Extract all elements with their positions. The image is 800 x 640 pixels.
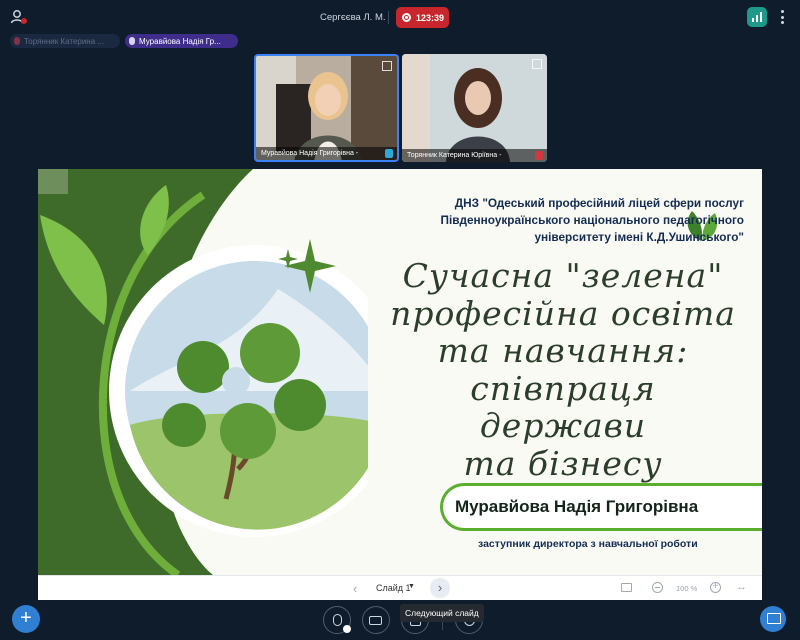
- slide-eco-illustration: [38, 169, 368, 575]
- slide-navigation-bar: ‹ Слайд 1 ▼ › 100 % + ↔: [38, 575, 762, 600]
- signal-bar: [760, 12, 762, 22]
- title-line: професійна освіта: [390, 293, 736, 333]
- fit-width-icon[interactable]: ↔: [736, 581, 747, 593]
- title-line: та навчання:: [437, 331, 689, 371]
- mic-active-icon: [385, 149, 393, 158]
- speaker-name: Муравйова Надія Григорівна: [440, 483, 762, 531]
- mic-muted-icon: [535, 151, 543, 160]
- expand-icon[interactable]: [532, 59, 542, 69]
- recording-indicator[interactable]: 123:39: [396, 7, 449, 28]
- participants-icon[interactable]: [10, 8, 28, 26]
- slide-title: Сучасна "зелена" професійна освіта та на…: [383, 257, 743, 483]
- chevron-down-icon[interactable]: ▼: [408, 583, 415, 590]
- video-tile-label: Торянник Катерина Юріївна -: [402, 149, 547, 162]
- org-line: ДНЗ "Одеський професійний ліцей сфери по…: [454, 196, 744, 210]
- video-tile-label: Муравйова Надія Григорівна -: [256, 147, 397, 160]
- zoom-out-icon[interactable]: [652, 582, 663, 593]
- organization-name: ДНЗ "Одеський професійний ліцей сфери по…: [354, 195, 744, 246]
- more-options-icon[interactable]: [779, 10, 785, 24]
- mic-icon: [14, 37, 20, 45]
- next-slide-tooltip: Следующий слайд: [400, 604, 484, 622]
- expand-icon[interactable]: [382, 61, 392, 71]
- mic-off-icon: [333, 614, 342, 626]
- mic-settings-badge[interactable]: [343, 625, 351, 633]
- record-icon: [402, 13, 411, 22]
- video-tile[interactable]: Торянник Катерина Юріївна -: [402, 54, 547, 162]
- next-slide-button[interactable]: ›: [430, 578, 450, 598]
- camera-off-icon: [369, 616, 382, 625]
- camera-button[interactable]: [362, 606, 390, 634]
- talker-name: Муравйова Надія Гр...: [139, 36, 221, 46]
- talker-name: Торянник Катерина ...: [24, 36, 105, 46]
- fit-to-screen-icon[interactable]: [621, 583, 632, 592]
- title-line: та бізнесу: [463, 444, 663, 484]
- signal-bar: [756, 15, 758, 22]
- signal-bar: [752, 18, 754, 22]
- recording-time: 123:39: [416, 12, 445, 23]
- speaker-position: заступник директора з навчальної роботи: [478, 538, 698, 550]
- presentation-slide: ДНЗ "Одеський професійний ліцей сфери по…: [38, 169, 762, 575]
- talker-chip[interactable]: Торянник Катерина ...: [10, 34, 120, 48]
- talker-chip-active[interactable]: Муравйова Надія Гр...: [125, 34, 238, 48]
- zoom-level: 100 %: [676, 584, 698, 593]
- topbar-divider: [388, 11, 389, 24]
- org-line: Південноукраїнського національного педаг…: [440, 213, 744, 228]
- title-line: співпраця держави: [470, 368, 656, 446]
- video-tile[interactable]: Муравйова Надія Григорівна -: [254, 54, 399, 162]
- mic-icon: [129, 37, 135, 45]
- zoom-in-icon[interactable]: +: [710, 582, 721, 593]
- presenter-name: Сергєєва Л. М.: [320, 12, 386, 23]
- title-line: Сучасна "зелена": [402, 256, 724, 295]
- participant-video: [402, 54, 547, 162]
- actions-button[interactable]: +: [12, 605, 40, 633]
- org-line: університету імені К.Д.Ушинського": [534, 230, 744, 245]
- connection-quality-button[interactable]: [747, 7, 767, 27]
- previous-slide-button[interactable]: ‹: [353, 581, 357, 596]
- presentation-toggle-button[interactable]: [760, 606, 786, 632]
- slide-selector[interactable]: Слайд 1: [376, 583, 411, 593]
